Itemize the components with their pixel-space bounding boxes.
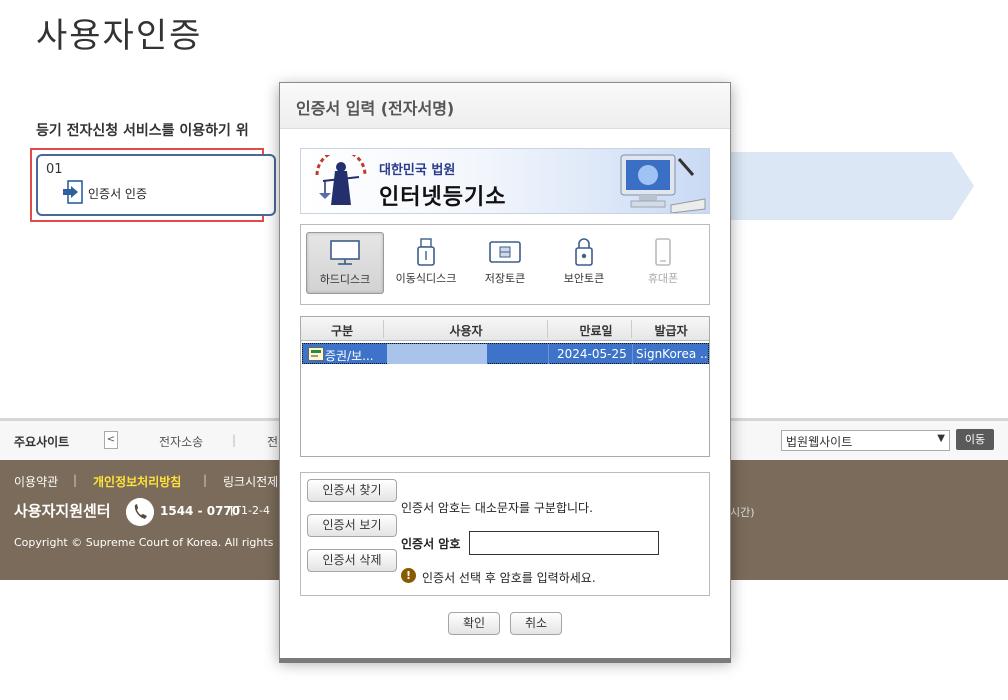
view-certificate-button[interactable]: 인증서 보기 [307, 514, 397, 537]
major-sites-label: 주요사이트 [14, 435, 70, 449]
phone-icon [655, 238, 671, 266]
cell-user-masked [387, 344, 487, 364]
banner-title: 인터넷등기소 [379, 185, 507, 210]
password-panel: 인증서 찾기 인증서 보기 인증서 삭제 인증서 암호는 대소문자를 구분합니다… [300, 472, 710, 596]
certificate-dialog: 인증서 입력 (전자서명) 대한민국 법원 인터넷등기소 하드디스크 이동식디스… [279, 82, 731, 663]
cell-type: 증권/보... [325, 349, 374, 363]
warning-icon: ! [401, 568, 416, 583]
dialog-header[interactable]: 인증서 입력 (전자서명) [280, 83, 730, 129]
table-row[interactable]: 증권/보... 2024-05-25 SignKorea ... [302, 343, 709, 364]
support-hours: 시간) [730, 506, 755, 519]
monitor-icon [330, 240, 360, 265]
table-header: 구분 사용자 만료일 발급자 [301, 317, 709, 341]
delete-certificate-button[interactable]: 인증서 삭제 [307, 549, 397, 572]
step-number: 01 [46, 162, 63, 177]
media-label: 보안토큰 [563, 272, 605, 285]
login-icon [63, 180, 83, 204]
media-label: 하드디스크 [319, 273, 371, 286]
intro-text: 등기 전자신청 서비스를 이용하기 위 [36, 123, 249, 139]
footer-link-terms[interactable]: 이용약관 [14, 473, 58, 490]
media-label: 이동식디스크 [395, 272, 457, 285]
site-select-value: 법원웹사이트 [786, 435, 853, 449]
certificate-table: 구분 사용자 만료일 발급자 증권/보... 2024-05-25 SignKo… [300, 316, 710, 457]
go-button[interactable]: 이동 [956, 429, 994, 450]
password-label: 인증서 암호 [401, 537, 461, 551]
ok-button[interactable]: 확인 [448, 612, 500, 635]
media-label: 휴대폰 [647, 272, 679, 285]
chevron-down-icon: ▼ [937, 433, 945, 444]
step-auth[interactable]: 01 인증서 인증 [36, 154, 276, 216]
media-label: 저장토큰 [484, 272, 526, 285]
copyright: Copyright © Supreme Court of Korea. All … [14, 536, 274, 549]
banner-subtitle: 대한민국 법원 [379, 163, 456, 178]
media-harddisk[interactable]: 하드디스크 [306, 232, 384, 294]
site-link-ecourt[interactable]: 전자소송 [159, 433, 203, 450]
site-select[interactable]: 법원웹사이트 ▼ [781, 430, 950, 451]
prev-site-button[interactable]: < [104, 431, 118, 449]
cell-expiry: 2024-05-25 [557, 347, 627, 361]
column-divider [547, 320, 548, 338]
media-removable[interactable]: 이동식디스크 [387, 232, 465, 294]
footer-link-privacy[interactable]: 개인정보처리방침 [93, 473, 181, 490]
usb-icon [417, 238, 435, 266]
step-label: 인증서 인증 [88, 187, 148, 201]
column-header: 구분 [330, 324, 354, 338]
page-title: 사용자인증 [36, 16, 203, 56]
site-link-partial[interactable]: 전 [267, 433, 278, 450]
media-storage-token[interactable]: 저장토큰 [466, 232, 544, 294]
support-phone-extra: [T1-2-4 [230, 504, 270, 517]
media-mobile-phone[interactable]: 휴대폰 [624, 232, 702, 294]
storage-media-selector: 하드디스크 이동식디스크 저장토큰 보안토큰 휴대폰 [300, 224, 710, 305]
footer-separator: | [73, 473, 78, 487]
column-header: 사용자 [449, 324, 483, 338]
column-divider [548, 344, 549, 364]
step-highlight: 01 인증서 인증 [30, 148, 276, 222]
dialog-title: 인증서 입력 (전자서명) [296, 99, 455, 118]
step-progress-track [720, 152, 974, 220]
certificate-icon [308, 347, 324, 361]
footer-separator: | [203, 473, 208, 487]
site-separator: | [232, 433, 237, 447]
find-certificate-button[interactable]: 인증서 찾기 [307, 479, 397, 502]
column-header: 발급자 [654, 324, 688, 338]
cell-issuer: SignKorea ... [636, 347, 708, 361]
support-phone: 1544 - 0770 [160, 504, 241, 518]
password-case-note: 인증서 암호는 대소문자를 구분합니다. [401, 501, 593, 515]
court-emblem-icon [315, 155, 367, 205]
column-divider [632, 344, 633, 364]
column-header: 만료일 [579, 324, 613, 338]
support-center-title: 사용자지원센터 [14, 502, 111, 520]
media-security-token[interactable]: 보안토큰 [545, 232, 623, 294]
computer-icon [620, 154, 706, 213]
registry-banner: 대한민국 법원 인터넷등기소 [300, 148, 710, 214]
lock-usb-icon [575, 238, 593, 266]
column-divider [631, 320, 632, 338]
footer-link-link-policy[interactable]: 링크시전제 [223, 473, 278, 490]
column-divider [383, 320, 384, 338]
token-icon [489, 241, 521, 263]
cancel-button[interactable]: 취소 [510, 612, 562, 635]
phone-icon [126, 498, 154, 526]
password-input[interactable] [469, 531, 659, 555]
password-hint: 인증서 선택 후 암호를 입력하세요. [422, 571, 596, 585]
